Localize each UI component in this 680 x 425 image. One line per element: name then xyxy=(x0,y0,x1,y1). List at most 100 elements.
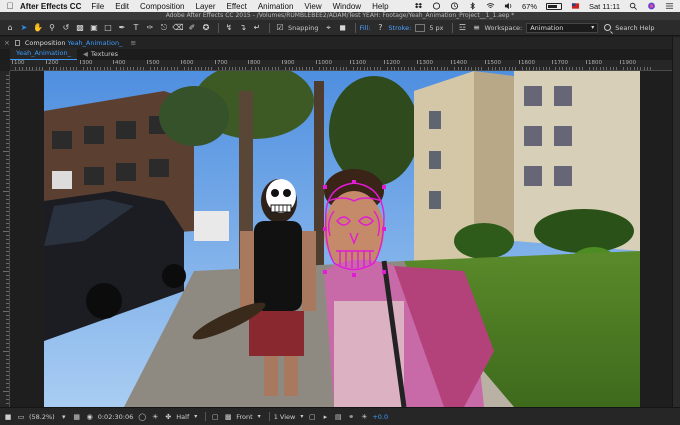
mask-visibility-icon[interactable]: ◉ xyxy=(85,412,95,421)
notification-center-icon[interactable] xyxy=(665,2,674,10)
flag-icon[interactable] xyxy=(571,2,580,10)
pan-behind-tool-icon[interactable]: ▣ xyxy=(88,22,100,34)
ruler-minor-tick xyxy=(387,67,388,70)
search-help-field[interactable]: Search Help xyxy=(604,24,654,32)
view-layout-select[interactable]: 1 View xyxy=(274,413,304,421)
bluetooth-icon[interactable] xyxy=(468,2,477,10)
brush-tool-icon[interactable]: ✑ xyxy=(144,22,156,34)
stroke-color-swatch[interactable] xyxy=(415,23,426,32)
tumble-icon[interactable]: ≡ xyxy=(471,22,483,34)
world-axis-icon[interactable]: ↴ xyxy=(237,22,249,34)
composition-viewer[interactable] xyxy=(44,71,640,407)
stroke-label[interactable]: Stroke: xyxy=(388,24,411,32)
close-panel-icon[interactable]: × xyxy=(4,39,10,47)
current-time[interactable]: 0:02:30:06 xyxy=(98,413,134,421)
apple-icon[interactable]:  xyxy=(0,1,20,11)
snapshot-icon[interactable]: ◯ xyxy=(137,412,147,421)
ruler-minor-tick xyxy=(610,67,611,70)
timeline-icon[interactable]: ▤ xyxy=(333,412,343,421)
fill-none-icon[interactable]: ? xyxy=(374,22,386,34)
type-tool-icon[interactable]: T xyxy=(130,22,142,34)
local-axis-icon[interactable]: ↯ xyxy=(223,22,235,34)
dropbox-icon[interactable] xyxy=(414,2,423,10)
view-select[interactable]: Front xyxy=(236,413,261,421)
zoom-tool-icon[interactable]: ⚲ xyxy=(46,22,58,34)
puppet-tool-icon[interactable]: ✪ xyxy=(200,22,212,34)
panel-menu-icon[interactable]: ≡ xyxy=(130,39,136,47)
tab-textures[interactable]: ◀ Textures xyxy=(77,49,124,60)
ruler-minor-tick xyxy=(6,203,9,204)
menu-help[interactable]: Help xyxy=(372,2,388,11)
comp-name[interactable]: Yeah_Animation_ xyxy=(67,39,122,47)
stroke-width[interactable]: 5 px xyxy=(429,24,443,32)
add-icon[interactable]: ☲ xyxy=(457,22,469,34)
menu-edit[interactable]: Edit xyxy=(115,2,129,11)
pen-tool-icon[interactable]: ✒ xyxy=(116,22,128,34)
ruler-minor-tick xyxy=(184,67,185,70)
snap-edges-icon[interactable]: ◼ xyxy=(337,22,349,34)
snapping-checkbox[interactable]: ☑ xyxy=(274,22,286,34)
pasteboard-right xyxy=(640,71,672,407)
ruler-minor-tick xyxy=(127,67,128,70)
spotlight-icon[interactable] xyxy=(629,2,638,10)
toggle-pixel-aspect-icon[interactable]: ▢ xyxy=(307,412,317,421)
ruler-minor-tick xyxy=(6,307,9,308)
vertical-ruler[interactable] xyxy=(0,71,10,407)
ruler-minor-tick xyxy=(6,275,9,276)
wifi-calling-icon[interactable] xyxy=(432,2,441,10)
always-preview-icon[interactable]: ■ xyxy=(3,412,13,421)
snap-options-icon[interactable]: ⌖ xyxy=(323,22,335,34)
home-icon[interactable]: ⌂ xyxy=(4,22,16,34)
ruler-minor-tick xyxy=(424,67,425,70)
menu-animation[interactable]: Animation xyxy=(258,2,294,11)
ruler-minor-tick xyxy=(336,67,337,70)
fast-previews-icon[interactable]: ▸ xyxy=(320,412,330,421)
roto-brush-tool-icon[interactable]: ✐ xyxy=(186,22,198,34)
app-menu[interactable]: After Effects CC xyxy=(20,2,81,11)
monitor-icon[interactable]: ▭ xyxy=(16,412,26,421)
camera-tool-icon[interactable]: ▩ xyxy=(74,22,86,34)
menu-effect[interactable]: Effect xyxy=(227,2,247,11)
wifi-icon[interactable] xyxy=(486,2,495,10)
ruler-minor-tick xyxy=(431,67,432,70)
region-of-interest-icon[interactable]: ▢ xyxy=(210,412,220,421)
flowchart-icon[interactable]: ⚭ xyxy=(346,412,356,421)
clone-stamp-tool-icon[interactable]: ⎋ xyxy=(158,22,170,34)
menu-window[interactable]: Window xyxy=(333,2,361,11)
hand-tool-icon[interactable]: ✋ xyxy=(32,22,44,34)
lock-icon[interactable] xyxy=(14,40,20,46)
ruler-minor-tick xyxy=(6,159,9,160)
chevron-down-icon[interactable]: ▾ xyxy=(59,412,69,421)
eraser-tool-icon[interactable]: ⌫ xyxy=(172,22,184,34)
battery-icon[interactable] xyxy=(546,2,562,10)
view-axis-icon[interactable]: ↵ xyxy=(251,22,263,34)
ruler-minor-tick xyxy=(6,131,9,132)
rotation-tool-icon[interactable]: ↺ xyxy=(60,22,72,34)
zoom-level[interactable]: (58.2%) xyxy=(29,413,55,421)
clock[interactable]: Sat 11:11 xyxy=(589,2,620,11)
transparency-grid-icon[interactable]: ▩ xyxy=(223,412,233,421)
exposure-value[interactable]: +0.0 xyxy=(372,413,388,421)
show-snapshot-icon[interactable]: ☀ xyxy=(150,412,160,421)
rectangle-tool-icon[interactable]: □ xyxy=(102,22,114,34)
volume-icon[interactable] xyxy=(504,2,513,10)
fill-label[interactable]: Fill: xyxy=(360,24,371,32)
menu-layer[interactable]: Layer xyxy=(196,2,216,11)
workspace-select[interactable]: Animation xyxy=(526,22,599,33)
ruler-minor-tick xyxy=(292,67,293,70)
time-machine-icon[interactable] xyxy=(450,2,459,10)
ruler-minor-tick xyxy=(509,67,510,70)
tab-yeah-animation[interactable]: Yeah_Animation_ xyxy=(10,48,77,60)
menu-view[interactable]: View xyxy=(304,2,321,11)
exposure-reset-icon[interactable]: ☀ xyxy=(359,412,369,421)
resolution-select[interactable]: Half xyxy=(176,413,197,421)
ruler-minor-tick xyxy=(454,67,455,70)
siri-icon[interactable] xyxy=(647,2,656,10)
horizontal-ruler[interactable]: 100 200 300 400 500 600 700 800 900 1000 1100 1200 1… xyxy=(10,60,672,71)
menu-composition[interactable]: Composition xyxy=(140,2,184,11)
grid-icon[interactable]: ▦ xyxy=(72,412,82,421)
selection-tool-icon[interactable]: ➤ xyxy=(18,22,30,34)
color-channel-icon[interactable]: ✤ xyxy=(163,412,173,421)
ruler-minor-tick xyxy=(640,67,641,70)
menu-file[interactable]: File xyxy=(91,2,104,11)
